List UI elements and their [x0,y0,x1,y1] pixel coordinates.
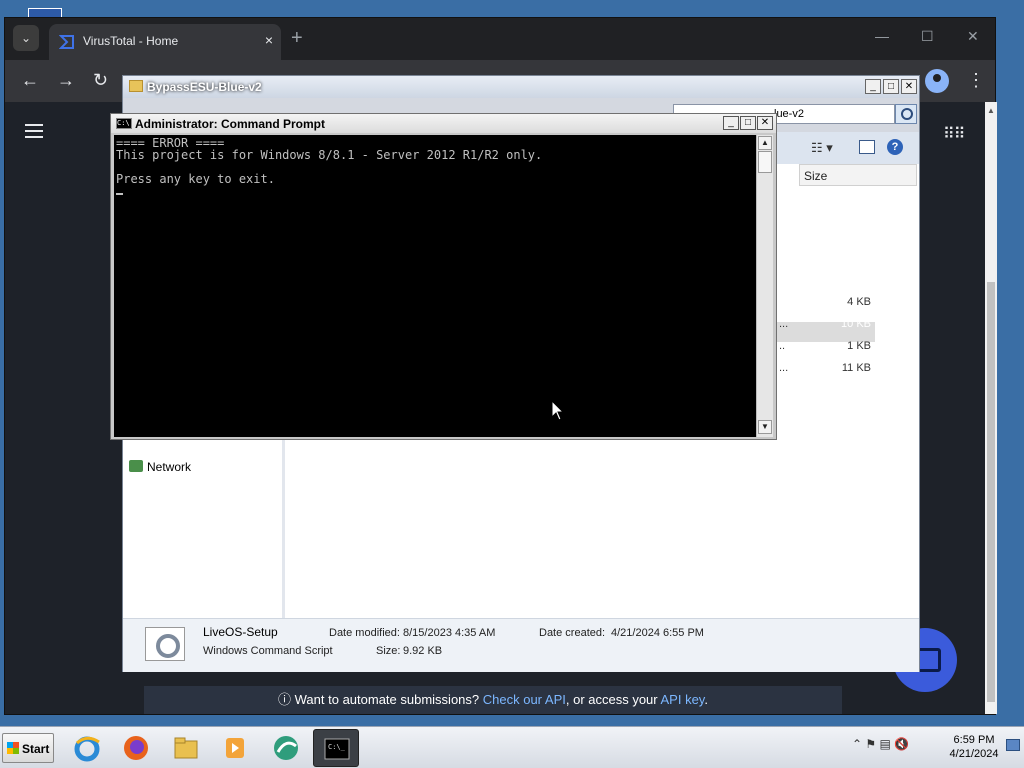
back-icon[interactable]: ← [21,70,39,90]
column-header-size-label: Size [804,169,828,183]
console-output[interactable]: ==== ERROR ==== This project is for Windo… [114,135,756,437]
search-box-text: lue-v2 [774,108,804,120]
explorer-title: BypassESU-Blue-v2 [147,80,262,94]
svg-text:C:\_: C:\_ [328,743,346,751]
profile-avatar-icon[interactable] [925,69,949,93]
scroll-down-icon[interactable]: ▼ [758,420,772,434]
api-banner: ⓘ Want to automate submissions? Check ou… [144,686,842,714]
details-size-label: Size: [376,645,401,657]
folder-icon [129,80,143,92]
cmd-titlebar[interactable]: C:\ Administrator: Command Prompt _ □ ✕ [111,114,776,133]
banner-middle: , or access your [565,692,661,707]
explorer-titlebar[interactable]: BypassESU-Blue-v2 _ □ ✕ [123,76,919,98]
hamburger-menu-icon[interactable] [25,124,43,138]
explorer-close-icon[interactable]: ✕ [901,79,917,94]
file-row-size: 11 KB [841,362,871,374]
text-cursor [116,193,123,195]
file-row-name-tail[interactable]: .. [779,340,785,352]
file-row-size: 4 KB [847,296,871,308]
tab-search-button[interactable]: ⌄ [13,25,39,51]
clock-time: 6:59 PM [953,734,995,746]
forward-icon[interactable]: → [57,70,75,90]
api-key-link[interactable]: API key [661,692,705,707]
start-label: Start [22,742,50,756]
command-prompt-window: C:\ Administrator: Command Prompt _ □ ✕ … [110,113,777,440]
app-icon[interactable] [263,729,309,767]
cmd-close-icon[interactable]: ✕ [757,116,773,130]
details-modified-value: 8/15/2023 4:35 AM [403,627,496,639]
banner-prefix: Want to automate submissions? [294,692,483,707]
reload-icon[interactable]: ↻ [93,70,108,90]
cmd-scrollbar[interactable]: ▲ ▼ [756,135,773,437]
tab-title: VirusTotal - Home [83,34,179,48]
file-row-name-tail[interactable]: ... [779,318,788,330]
details-size-value: 9.92 KB [403,645,443,657]
tab-virustotal[interactable]: VirusTotal - Home × [49,24,281,60]
help-icon[interactable]: ? [887,139,903,155]
scroll-up-icon[interactable]: ▲ [758,136,772,150]
browser-menu-icon[interactable]: ⋮ [967,70,985,91]
start-button[interactable]: Start [2,733,54,763]
details-file-name: LiveOS-Setup [203,625,278,639]
tray-icons[interactable]: ⌃ ⚑ ▤ 🔇 [852,737,909,751]
page-scrollbar[interactable]: ▲ [985,102,997,714]
details-pane: LiveOS-Setup Windows Command Script Date… [123,618,919,672]
console-line: This project is for Windows 8/8.1 - Serv… [116,148,543,162]
file-row-name-tail[interactable]: ... [779,362,788,374]
details-created-label: Date created: [539,627,606,639]
show-desktop-icon[interactable] [1006,739,1020,751]
details-created-value: 4/21/2024 6:55 PM [611,627,704,639]
virustotal-favicon-icon [59,35,74,49]
firefox-icon[interactable] [113,729,159,767]
search-icon[interactable] [895,104,917,124]
cmd-scrollbar-thumb[interactable] [758,151,772,173]
cmd-minimize-icon[interactable]: _ [723,116,739,130]
cmd-maximize-icon[interactable]: □ [740,116,756,130]
info-icon: ⓘ [278,692,292,707]
media-player-icon[interactable] [212,729,258,767]
check-api-link[interactable]: Check our API [483,692,566,707]
internet-explorer-icon[interactable] [64,729,110,767]
scroll-up-icon[interactable]: ▲ [987,106,995,115]
nav-item-network-label: Network [147,460,192,474]
console-line: Press any key to exit. [116,172,275,186]
command-prompt-icon: C:\ [116,118,132,129]
banner-suffix: . [704,692,708,707]
scrollbar-thumb[interactable] [987,282,995,702]
close-window-icon[interactable]: ✕ [967,28,979,45]
tab-strip: ⌄ VirusTotal - Home × + — ☐ ✕ [5,18,995,60]
script-file-icon [145,627,185,661]
file-explorer-icon[interactable] [163,729,209,767]
explorer-maximize-icon[interactable]: □ [883,79,899,94]
preview-pane-icon[interactable] [859,140,875,154]
file-row-size: 10 KB [841,318,871,330]
column-header-size[interactable]: Size [799,164,917,186]
taskbar: Start C:\_ ⌃ ⚑ ▤ 🔇 6:59 PM 4/21/2024 [0,726,1024,768]
network-icon [129,460,143,472]
new-tab-button[interactable]: + [291,28,303,48]
explorer-minimize-icon[interactable]: _ [865,79,881,94]
details-modified-label: Date modified: [329,627,400,639]
maximize-icon[interactable]: ☐ [921,28,934,45]
command-prompt-taskbar-icon[interactable]: C:\_ [313,729,359,767]
clock[interactable]: 6:59 PM 4/21/2024 [944,733,1004,761]
nav-item-network[interactable]: Network [129,460,192,474]
change-view-icon[interactable]: ☷ ▾ [811,140,833,156]
file-row-size: 1 KB [847,340,871,352]
windows-logo-icon [7,742,19,754]
apps-grid-icon[interactable]: ⠿⠿ [943,124,965,144]
tab-close-icon[interactable]: × [265,32,273,48]
minimize-icon[interactable]: — [875,28,889,44]
details-file-type: Windows Command Script [203,645,333,657]
clock-date: 4/21/2024 [949,748,999,760]
cmd-title: Administrator: Command Prompt [135,117,326,131]
console-cursor-line [116,185,754,197]
